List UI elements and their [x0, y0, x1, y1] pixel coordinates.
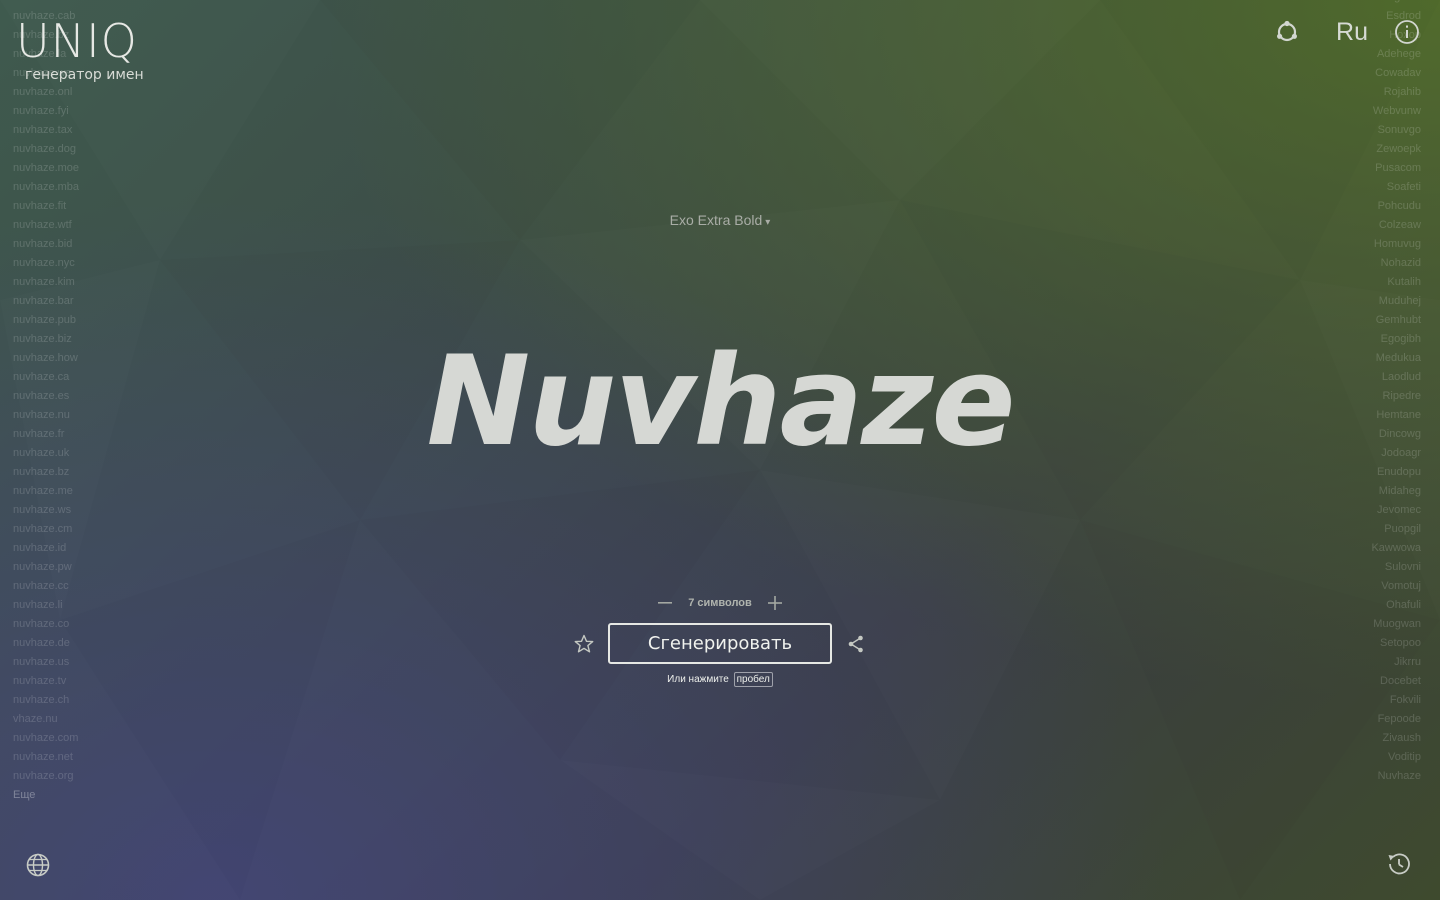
generate-button[interactable]: Сгенерировать	[608, 623, 832, 664]
history-item[interactable]: Legebal	[1371, 0, 1421, 7]
decrease-length-button[interactable]	[654, 592, 676, 614]
font-selector: Exo Extra Bold ▾	[0, 212, 1440, 228]
history-item[interactable]: Soafeti	[1371, 178, 1421, 197]
history-item[interactable]: Fokvili	[1371, 691, 1421, 710]
top-controls: Ru	[1274, 16, 1420, 48]
domain-item[interactable]: vhaze.nu	[13, 710, 79, 729]
history-item[interactable]: Sonuvgo	[1371, 121, 1421, 140]
history-item[interactable]: Gemhubt	[1371, 311, 1421, 330]
domain-item[interactable]: nuvhaze.id	[13, 539, 79, 558]
globe-icon[interactable]	[25, 852, 51, 878]
share-icon[interactable]	[846, 634, 866, 654]
domain-item[interactable]: nuvhaze.org	[13, 767, 79, 786]
chevron-down-icon[interactable]: ▾	[765, 217, 770, 228]
domain-item[interactable]: nuvhaze.pub	[13, 311, 79, 330]
domain-item[interactable]: nuvhaze.kim	[13, 273, 79, 292]
domain-item[interactable]: nuvhaze.fyi	[13, 102, 79, 121]
space-key: пробел	[733, 672, 773, 687]
domain-item[interactable]: nuvhaze.cm	[13, 520, 79, 539]
history-item[interactable]: Nohazid	[1371, 254, 1421, 273]
star-icon[interactable]	[574, 634, 594, 654]
domain-item[interactable]: nuvhaze.me	[13, 482, 79, 501]
history-item[interactable]: Cowadav	[1371, 64, 1421, 83]
domain-item[interactable]: nuvhaze.bz	[13, 26, 79, 45]
history-item[interactable]: Kutalih	[1371, 273, 1421, 292]
history-item[interactable]: Voditip	[1371, 748, 1421, 767]
domain-item[interactable]: nuvhaze.bar	[13, 292, 79, 311]
domain-item[interactable]: nuvhaze.com	[13, 729, 79, 748]
domain-item[interactable]: nuvhaze.dog	[13, 140, 79, 159]
domain-item[interactable]: nuvhaze.ws	[13, 64, 79, 83]
info-icon[interactable]	[1394, 19, 1420, 45]
history-item[interactable]: Zewoepk	[1371, 140, 1421, 159]
history-item[interactable]: Kawwowa	[1371, 539, 1421, 558]
keyboard-hint: Или нажмите пробел	[0, 672, 1440, 687]
length-label: 7 символов	[688, 597, 752, 609]
domain-item[interactable]: nuvhaze.ws	[13, 501, 79, 520]
font-selector-label[interactable]: Exo Extra Bold	[670, 212, 763, 228]
domain-item[interactable]: nuvhaze.red	[13, 0, 79, 7]
history-item[interactable]: Puopgil	[1371, 520, 1421, 539]
domain-item[interactable]: nuvhaze.ch	[13, 691, 79, 710]
domain-item[interactable]: nuvhaze.cab	[13, 7, 79, 26]
action-row: Сгенерировать	[0, 623, 1440, 664]
generated-name: Nuvhaze	[426, 330, 1015, 474]
history-item[interactable]: Midaheg	[1371, 482, 1421, 501]
domain-item[interactable]: nuvhaze.la	[13, 45, 79, 64]
domain-item[interactable]: nuvhaze.nyc	[13, 254, 79, 273]
history-item[interactable]: Fepoode	[1371, 710, 1421, 729]
more-domains-link[interactable]: Еще	[13, 786, 79, 805]
domain-item[interactable]: nuvhaze.bid	[13, 235, 79, 254]
hint-text: Или нажмите	[667, 674, 729, 685]
history-item[interactable]: Rojahib	[1371, 83, 1421, 102]
history-item[interactable]: Jevomec	[1371, 501, 1421, 520]
history-item[interactable]: Webvunw	[1371, 102, 1421, 121]
history-item[interactable]: Muduhej	[1371, 292, 1421, 311]
language-switch[interactable]: Ru	[1336, 18, 1368, 47]
domain-item[interactable]: nuvhaze.onl	[13, 83, 79, 102]
increase-length-button[interactable]	[764, 592, 786, 614]
history-item[interactable]: Pusacom	[1371, 159, 1421, 178]
domain-item[interactable]: nuvhaze.net	[13, 748, 79, 767]
domain-item[interactable]: nuvhaze.mba	[13, 178, 79, 197]
ubuntu-icon[interactable]	[1274, 19, 1300, 45]
history-item[interactable]: Homuvug	[1371, 235, 1421, 254]
domain-item[interactable]: nuvhaze.tax	[13, 121, 79, 140]
history-icon[interactable]	[1385, 850, 1413, 878]
history-item[interactable]: Nuvhaze	[1371, 767, 1421, 786]
history-item[interactable]: Sulovni	[1371, 558, 1421, 577]
length-controls: 7 символов	[0, 592, 1440, 614]
domain-item[interactable]: nuvhaze.pw	[13, 558, 79, 577]
history-item[interactable]: Zivaush	[1371, 729, 1421, 748]
domain-item[interactable]: nuvhaze.moe	[13, 159, 79, 178]
